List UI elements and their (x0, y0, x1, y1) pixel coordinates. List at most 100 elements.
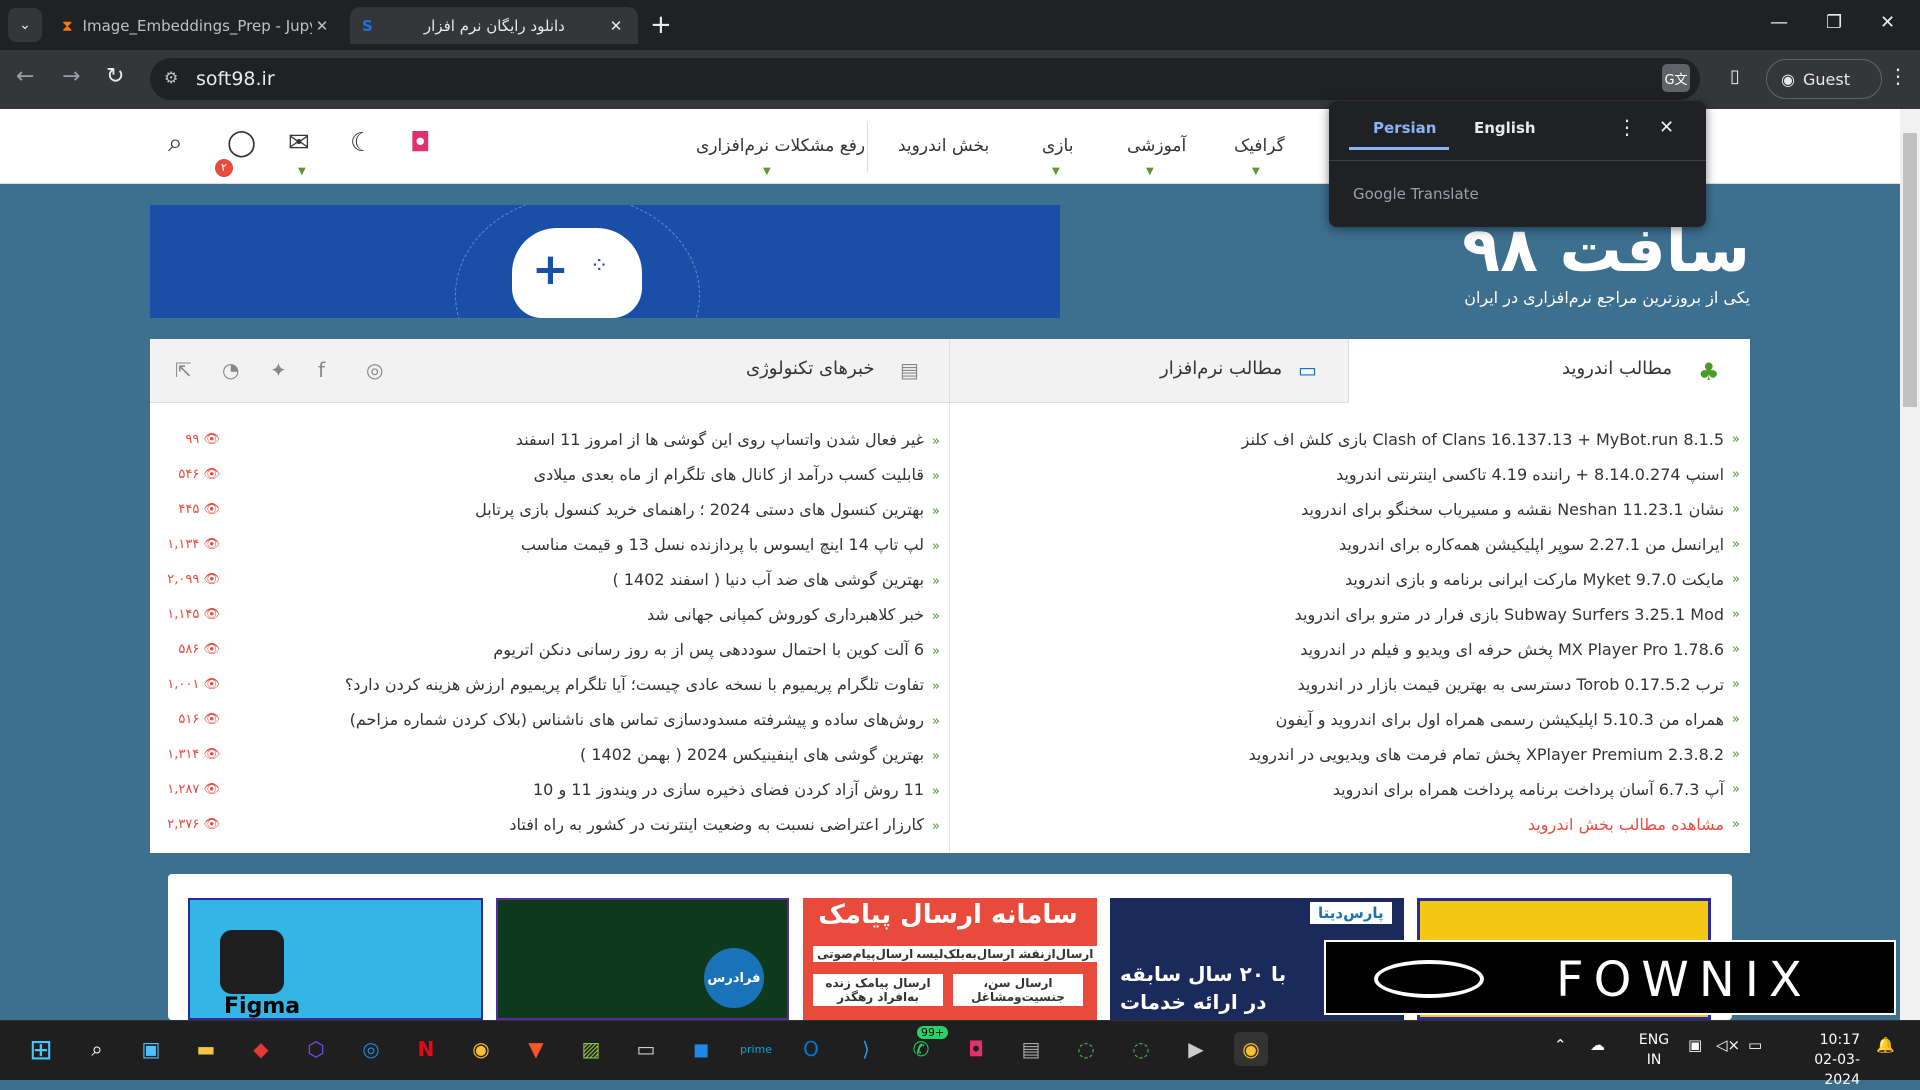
view-more-android-link[interactable]: «مشاهده مطالب بخش اندروید (1000, 807, 1740, 842)
list-item[interactable]: 👁 ۵۱۶ «روش‌های ساده و پیشرفته مسدودسازی ت… (160, 702, 940, 737)
tab-android[interactable] (1348, 339, 1750, 404)
app-icon[interactable]: ◌ (1069, 1032, 1103, 1066)
list-item[interactable]: 👁 ۲,۰۹۹ «بهترین گوشی های ضد آب دنیا ( اسف… (160, 562, 940, 597)
photos-icon[interactable]: ▨ (574, 1032, 608, 1066)
app-icon[interactable]: ◼ (684, 1032, 718, 1066)
new-tab-button[interactable]: + (650, 10, 672, 40)
prime-video-icon[interactable]: prime (739, 1032, 773, 1066)
account-icon[interactable]: ◯ (227, 128, 256, 158)
address-bar[interactable]: ⚙ soft98.ir (150, 58, 1700, 100)
nav-item-educational[interactable]: آموزشی (1127, 136, 1186, 156)
close-window-button[interactable]: ✕ (1880, 12, 1895, 33)
list-item[interactable]: 👁 ۲,۳۷۶ «کارزار اعتراضی نسبت به وضعیت این… (160, 807, 940, 842)
app-icon[interactable]: ▤ (1014, 1032, 1048, 1066)
language-indicator[interactable]: ENG IN (1636, 1030, 1672, 1070)
list-item[interactable]: «ترب Torob 0.17.5.2 دسترسی به بهترین قیم… (1000, 667, 1740, 702)
page-scrollbar[interactable] (1900, 109, 1920, 1020)
site-info-icon[interactable]: ⚙ (164, 68, 178, 87)
list-item[interactable]: «اسنپ 8.14.0.274 + راننده 4.19 تاکسی این… (1000, 457, 1740, 492)
volume-muted-icon[interactable]: ◁× (1716, 1036, 1740, 1054)
tab-persian[interactable]: Persian (1373, 119, 1436, 137)
translate-icon[interactable]: G文 (1662, 64, 1690, 92)
cloud-icon[interactable]: ☁ (1590, 1036, 1605, 1054)
instagram-icon[interactable]: ◘ (410, 128, 431, 158)
battery-icon[interactable]: ▭ (1748, 1036, 1762, 1054)
mail-icon[interactable]: ✉ (288, 128, 310, 158)
profile-button[interactable]: ◉ Guest (1766, 59, 1882, 99)
sms-ad[interactable]: سامانه ارسال پیامک ارسال‌ازنقشه ارسال‌به… (803, 898, 1097, 1020)
app-icon[interactable]: ◌ (1124, 1032, 1158, 1066)
list-item[interactable]: «MX Player Pro 1.78.6 پخش حرفه ای ویدیو … (1000, 632, 1740, 667)
dark-mode-icon[interactable]: ☾ (350, 128, 373, 158)
forward-button[interactable]: → (62, 64, 80, 89)
store-icon[interactable]: ▣ (134, 1032, 168, 1066)
chrome-icon[interactable]: ◉ (1234, 1032, 1268, 1066)
list-item[interactable]: «Clash of Clans 16.137.13 + MyBot.run 8.… (1000, 422, 1740, 457)
instagram-icon[interactable]: ◘ (959, 1032, 993, 1066)
close-tab-icon[interactable]: ✕ (606, 17, 626, 35)
network-icon[interactable]: ▣ (1688, 1036, 1702, 1054)
instagram-icon[interactable]: ◎ (366, 358, 383, 382)
brave-icon[interactable]: ▼ (519, 1032, 553, 1066)
vscode-icon[interactable]: ⟩ (849, 1032, 883, 1066)
terminal-icon[interactable]: ▶ (1179, 1032, 1213, 1066)
clock[interactable]: 10:17 02-03-2024 (1780, 1030, 1860, 1090)
nav-item-android[interactable]: بخش اندروید (898, 136, 989, 156)
scroll-thumb[interactable] (1903, 133, 1917, 407)
tab-soft98[interactable]: S دانلود رایگان نرم افزار ✕ (350, 7, 638, 44)
list-item[interactable]: 👁 ۱,۳۱۴ «بهترین گوشی های اینفینیکس 2024 (… (160, 737, 940, 772)
list-item[interactable]: «XPlayer Premium 2.3.8.2 پخش تمام فرمت ه… (1000, 737, 1740, 772)
rss-icon[interactable]: ◔ (222, 358, 239, 382)
tab-search-button[interactable]: ⌄ (8, 8, 42, 42)
list-item[interactable]: «Subway Surfers 3.25.1 Mod بازی فرار در … (1000, 597, 1740, 632)
nav-item-troubleshoot[interactable]: رفع مشکلات نرم‌افزاری (696, 136, 865, 156)
notification-bell-icon[interactable]: 🔔 (1876, 1036, 1895, 1054)
chevron-up-icon[interactable]: ⌃ (1554, 1036, 1567, 1054)
list-item[interactable]: «همراه من 5.10.3 اپلیکیشن رسمی همراه اول… (1000, 702, 1740, 737)
netflix-icon[interactable]: N (409, 1032, 443, 1066)
software-section-title[interactable]: مطالب نرم‌افزار (1160, 358, 1282, 379)
outlook-icon[interactable]: O (794, 1032, 828, 1066)
figma-ad[interactable]: Figma (188, 898, 483, 1020)
list-item[interactable]: «آپ 6.7.3 آسان پرداخت برنامه پرداخت همرا… (1000, 772, 1740, 807)
minimize-button[interactable]: — (1770, 12, 1788, 33)
tab-english[interactable]: English (1474, 119, 1536, 137)
list-item[interactable]: 👁 ۵۴۶ «قابلیت کسب درآمد از کانال های تلگر… (160, 457, 940, 492)
list-item[interactable]: 👁 ۱,۰۰۱ «تفاوت تلگرام پریمیوم با نسخه عاد… (160, 667, 940, 702)
list-item[interactable]: 👁 ۵۸۶ «6 آلت کوین با احتمال سوددهی پس از … (160, 632, 940, 667)
nav-item-graphics[interactable]: گرافیک (1234, 136, 1285, 156)
list-item[interactable]: 👁 ۹۹ «غیر فعال شدن واتساپ روی این گوشی ها… (160, 422, 940, 457)
news-section-title[interactable]: خبرهای تکنولوژی (746, 358, 875, 379)
android-section-title[interactable]: مطالب اندروید (1562, 358, 1672, 379)
restore-button[interactable]: ❐ (1826, 12, 1842, 33)
search-icon[interactable]: ⌕ (168, 128, 183, 159)
search-icon[interactable]: ⌕ (80, 1032, 114, 1066)
app-icon[interactable]: ▭ (629, 1032, 663, 1066)
twitter-icon[interactable]: ✦ (270, 358, 287, 382)
close-icon[interactable]: ✕ (1659, 117, 1674, 138)
tab-jupyter[interactable]: ⧗ Image_Embeddings_Prep - Jupy ✕ (50, 7, 344, 44)
facebook-icon[interactable]: f (318, 358, 325, 382)
reload-button[interactable]: ↻ (106, 64, 124, 89)
list-item[interactable]: 👁 ۴۴۵ «بهترین کنسول های دستی 2024 ؛ راهنم… (160, 492, 940, 527)
app-icon[interactable]: ◆ (244, 1032, 278, 1066)
list-item[interactable]: «مایکت Myket 9.7.0 مارکت ایرانی برنامه و… (1000, 562, 1740, 597)
back-button[interactable]: ← (16, 64, 34, 89)
list-item[interactable]: «ایرانسل من 2.27.1 سوپر اپلیکیشن همه‌کار… (1000, 527, 1740, 562)
side-panel-icon[interactable]: ▯ (1730, 66, 1740, 87)
list-item[interactable]: 👁 ۱,۲۸۷ «11 روش آزاد کردن فضای ذخیره سازی… (160, 772, 940, 807)
browser-menu-icon[interactable]: ⋮ (1888, 64, 1908, 88)
more-options-icon[interactable]: ⋮ (1617, 115, 1637, 139)
start-icon[interactable]: ⊞ (24, 1032, 58, 1066)
chrome-icon[interactable]: ◉ (464, 1032, 498, 1066)
file-explorer-icon[interactable]: ▬ (189, 1032, 223, 1066)
nav-item-games[interactable]: بازی (1042, 136, 1073, 156)
list-item[interactable]: 👁 ۱,۱۳۴ «لپ تاپ 14 اینچ ایسوس با پردازنده… (160, 527, 940, 562)
external-link-icon[interactable]: ⇱ (175, 358, 192, 382)
edge-icon[interactable]: ◎ (354, 1032, 388, 1066)
list-item[interactable]: 👁 ۱,۱۴۵ «خبر کلاهبرداری کوروش کمپانی جهان… (160, 597, 940, 632)
close-tab-icon[interactable]: ✕ (312, 17, 332, 35)
app-icon[interactable]: ⬡ (299, 1032, 333, 1066)
faradars-ad[interactable]: فرادرس (496, 898, 789, 1020)
list-item[interactable]: «نشان Neshan 11.23.1 نقشه و مسیریاب سخنگ… (1000, 492, 1740, 527)
